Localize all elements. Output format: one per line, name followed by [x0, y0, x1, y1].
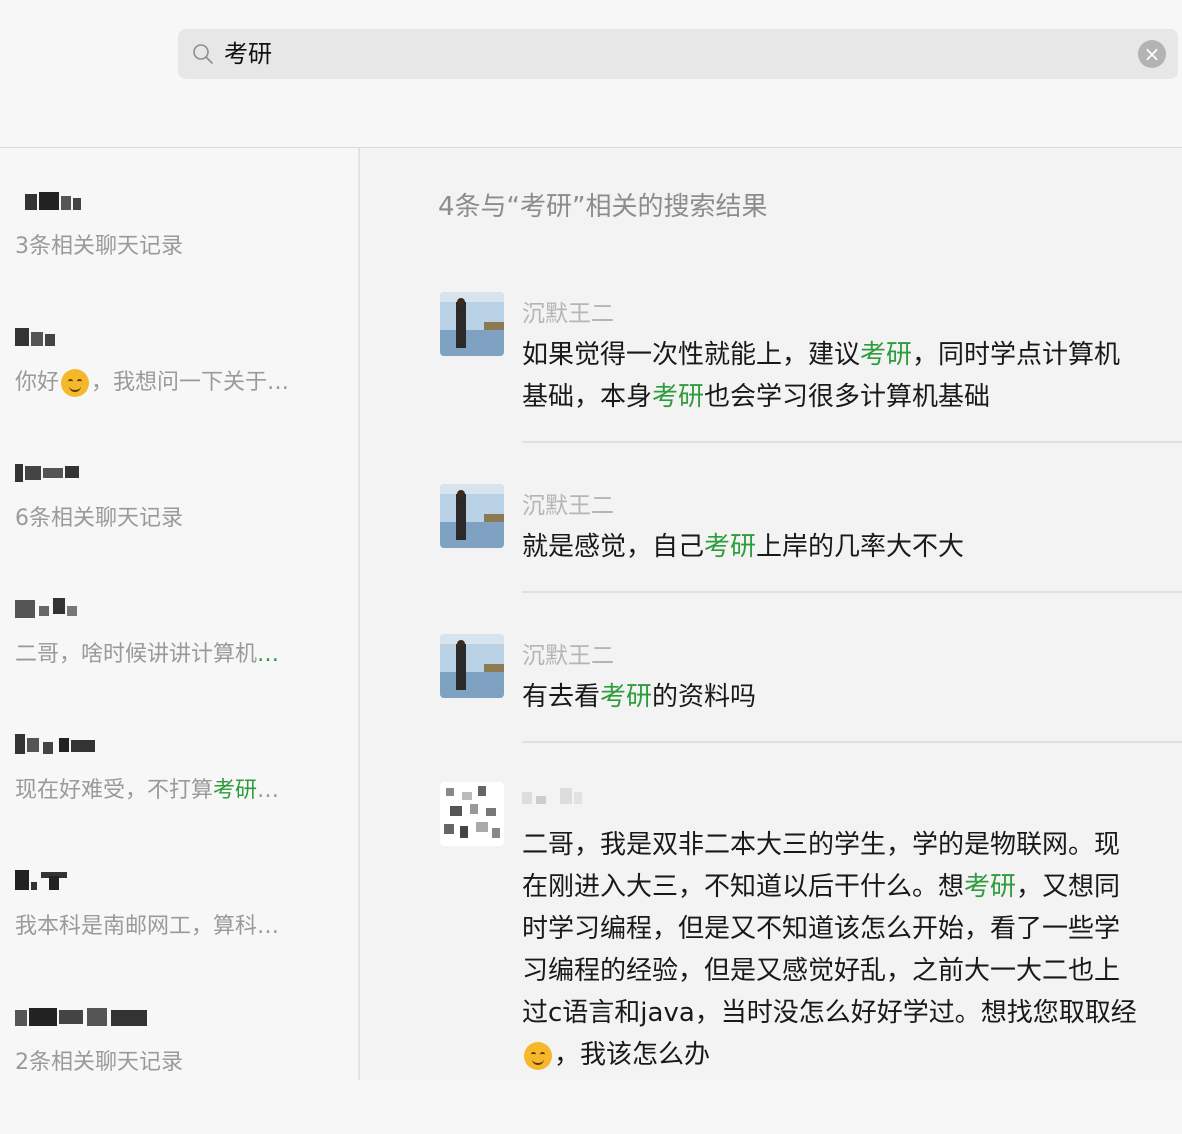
contact-item[interactable]: 现在好难受，不打算考研… [0, 732, 358, 862]
top-bar: 考研 × [0, 0, 1182, 148]
contact-item[interactable]: 6条相关聊天记录 [0, 460, 358, 590]
avatar [440, 634, 504, 698]
contact-item[interactable]: 我本科是南邮网工，算科… [0, 868, 358, 998]
smile-emoji-icon [61, 369, 90, 397]
search-input[interactable]: 考研 × [178, 29, 1178, 79]
sender-name: 沉默王二 [522, 643, 614, 669]
sender-name: 沉默王二 [522, 301, 614, 327]
result-divider [522, 591, 1182, 593]
contact-list[interactable]: 3条相关聊天记录 你好 ，我想问一下关于… 6条相关聊天记录 二哥，啥时候讲讲计算… [0, 148, 360, 1080]
contact-subtitle: 6条相关聊天记录 [15, 506, 183, 531]
smile-emoji-icon [524, 1041, 552, 1070]
result-divider [522, 741, 1182, 743]
contact-item[interactable]: 二哥，啥时候讲讲计算机… [0, 596, 358, 726]
contact-subtitle: 现在好难受，不打算考研… [15, 778, 280, 803]
sender-name: 沉默王二 [522, 493, 614, 519]
contact-subtitle: 你好 ，我想问一下关于… [15, 369, 290, 397]
message-text: 二哥，我是双非二本大三的学生，学的是物联网。现在刚进入大三，不知道以后干什么。想… [522, 830, 1137, 1070]
message-text: 有去看考研的资料吗 [522, 682, 757, 712]
contact-item[interactable]: 3条相关聊天记录 [0, 188, 358, 318]
message-text: 如果觉得一次性就能上，建议考研，同时学点计算机基础，本身考研也会学习很多计算机基… [522, 340, 1121, 412]
contact-item[interactable]: 你好 ，我想问一下关于… [0, 324, 358, 454]
sender-name-blurred [522, 784, 592, 816]
avatar [440, 292, 504, 356]
message-text: 就是感觉，自己考研上岸的几率大不大 [522, 532, 965, 562]
search-results-panel: 4条与“考研”相关的搜索结果 沉默王二 如果觉得一次性就能上，建议考研，同时学点… [360, 148, 1182, 1080]
clear-search-button[interactable]: × [1138, 40, 1166, 68]
contact-subtitle: 二哥，啥时候讲讲计算机… [15, 642, 280, 667]
search-value[interactable]: 考研 [224, 39, 272, 69]
results-title: 4条与“考研”相关的搜索结果 [438, 192, 768, 222]
contact-item[interactable]: 2条相关聊天记录 [0, 1004, 358, 1134]
avatar [440, 484, 504, 548]
close-icon: × [1143, 42, 1161, 66]
contact-subtitle: 我本科是南邮网工，算科… [15, 914, 280, 939]
avatar-blurred [440, 782, 504, 846]
result-divider [522, 441, 1182, 443]
search-icon [193, 44, 213, 64]
contact-subtitle: 2条相关聊天记录 [15, 1050, 183, 1075]
contact-subtitle: 3条相关聊天记录 [15, 234, 183, 259]
